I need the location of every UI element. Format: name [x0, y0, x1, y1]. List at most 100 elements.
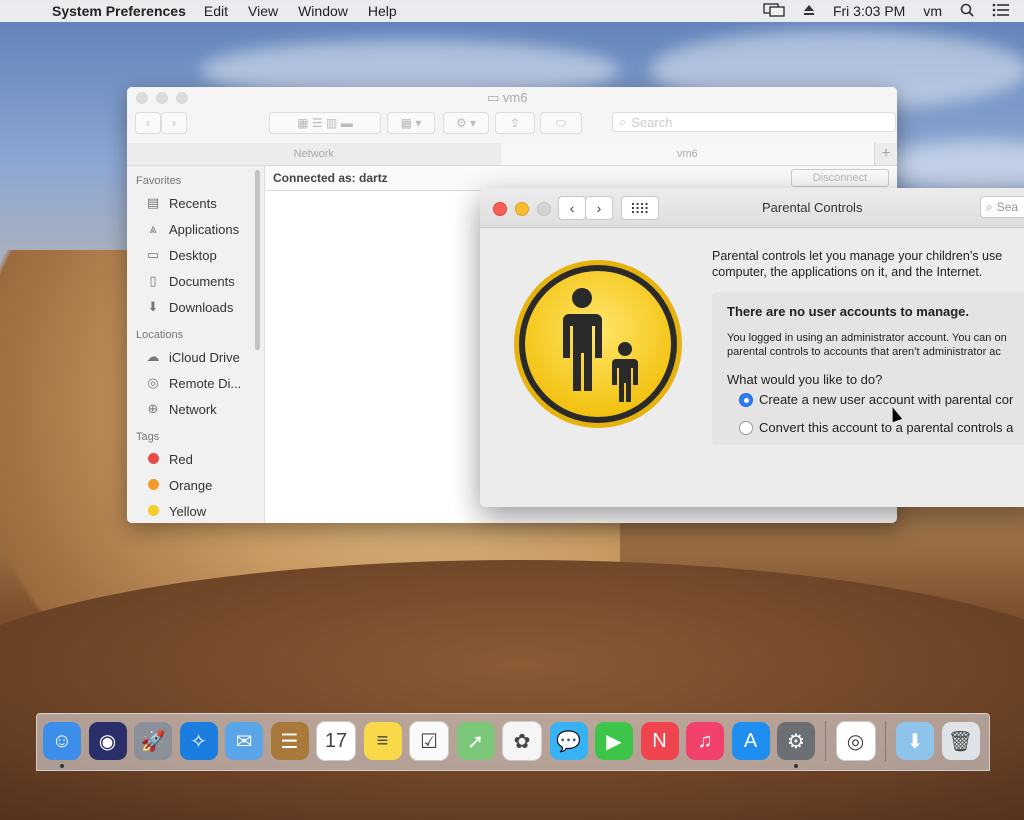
dock-notes-icon[interactable]: ≡ [363, 722, 402, 760]
sidebar-favorites-header: Favorites [136, 175, 182, 187]
dock-mail-icon[interactable]: ✉ [225, 722, 263, 760]
chevron-left-icon: ‹ [569, 200, 575, 216]
dock-downloads-icon[interactable]: ⬇ [896, 722, 934, 760]
dock-app-store-icon[interactable]: A [731, 722, 770, 760]
applications-icon: ⩓ [149, 221, 157, 236]
minimize-button[interactable] [156, 92, 168, 104]
back-button[interactable]: ‹ [558, 196, 586, 220]
menubar-user[interactable]: vm [923, 3, 942, 19]
sidebar-tags-header: Tags [136, 431, 160, 443]
share-button[interactable]: ⇪ [495, 112, 535, 134]
group-icon: ▦ ▾ [400, 116, 422, 130]
view-icons-icon: ▦ ☰ ▥ ▬ [297, 116, 353, 130]
dock-siri-icon[interactable]: ◉ [88, 722, 127, 760]
parental-controls-icon [512, 258, 684, 433]
sidebar-item-downloads[interactable]: ⬇ Downloads [127, 294, 264, 320]
group-button[interactable]: ▦ ▾ [387, 112, 435, 134]
sidebar-item-desktop[interactable]: ▭ Desktop [127, 242, 264, 268]
finder-toolbar: ‹ › ▦ ☰ ▥ ▬ ▦ ▾ ⚙ ▾ ⇪ ⬭ ⌕ Search [135, 112, 896, 134]
close-button[interactable] [493, 202, 507, 216]
radio-unselected-icon[interactable] [739, 420, 753, 435]
dock-reminders-icon[interactable]: ☑ [409, 721, 449, 761]
action-button[interactable]: ⚙ ▾ [443, 112, 489, 134]
dock-maps-icon[interactable]: ➚ [456, 722, 495, 760]
dock-launchpad-icon[interactable]: 🚀 [134, 722, 172, 760]
sidebar-tag-yellow[interactable]: Yellow [127, 498, 264, 523]
radio-create-new-account[interactable]: Create a new user account with parental … [739, 392, 1013, 407]
dock-calendar-icon[interactable]: 17 [316, 721, 356, 761]
sidebar-item-applications[interactable]: ⩓ Applications [127, 216, 264, 242]
dock-finder-icon[interactable]: ☺ [43, 722, 81, 768]
menu-view[interactable]: View [248, 3, 278, 19]
dock-facetime-icon[interactable]: ▶ [595, 722, 633, 760]
zoom-button[interactable] [537, 202, 551, 216]
dock-icons: ☺ ◉ 🚀 ✧ ✉ ☰ 17 ≡ ☑ ➚ ✿ 💬 ▶ N ♫ A ⚙ ◎ ⬇ 🗑 [43, 721, 987, 768]
cloud-icon: ☁ [146, 349, 160, 364]
globe-icon: ⊕ [147, 401, 159, 416]
sidebar-item-remote-disc[interactable]: ◎ Remote Di... [127, 370, 264, 396]
menubar-clock[interactable]: Fri 3:03 PM [833, 3, 905, 19]
dock-system-preferences-icon[interactable]: ⚙ [777, 722, 815, 768]
dock-contacts-icon[interactable]: ☰ [270, 722, 309, 760]
parental-controls-titlebar: ‹ › Parental Controls ⌕ Sea [480, 188, 1024, 228]
finder-search-field[interactable]: ⌕ Search [612, 112, 896, 132]
dock-trash-icon[interactable]: 🗑 [941, 722, 980, 760]
grid-icon [632, 200, 648, 216]
dock-photos-icon[interactable]: ✿ [502, 721, 542, 761]
dock: ☺ ◉ 🚀 ✧ ✉ ☰ 17 ≡ ☑ ➚ ✿ 💬 ▶ N ♫ A ⚙ ◎ ⬇ 🗑 [36, 713, 990, 771]
menu-window[interactable]: Window [298, 3, 348, 19]
view-mode-control[interactable]: ▦ ☰ ▥ ▬ [269, 112, 381, 134]
display-mirroring-icon[interactable] [763, 2, 785, 21]
app-menu[interactable]: System Preferences [52, 3, 186, 19]
radio-convert-account[interactable]: Convert this account to a parental contr… [739, 420, 1013, 435]
tab-vm6[interactable]: vm6 [500, 143, 874, 165]
sidebar-locations-header: Locations [136, 329, 184, 341]
zoom-button[interactable] [176, 92, 188, 104]
sidebar-tag-red[interactable]: Red [127, 446, 264, 472]
dock-messages-icon[interactable]: 💬 [549, 722, 588, 760]
disconnect-button[interactable]: Disconnect [791, 169, 889, 187]
menu-edit[interactable]: Edit [204, 3, 228, 19]
preferences-search-field[interactable]: ⌕ Sea [980, 196, 1024, 218]
menu-bar: System Preferences Edit View Window Help… [0, 0, 1024, 22]
yellow-tag-dot-icon [147, 504, 159, 516]
search-icon: ⌕ [986, 199, 993, 214]
notification-center-icon[interactable] [992, 3, 1010, 20]
menu-help[interactable]: Help [368, 3, 397, 19]
radio-selected-icon[interactable] [739, 392, 753, 407]
forward-button[interactable]: › [161, 112, 187, 134]
sidebar-item-network[interactable]: ⊕ Network [127, 396, 264, 422]
tags-button[interactable]: ⬭ [540, 112, 582, 134]
close-button[interactable] [136, 92, 148, 104]
server-icon: ▭ [487, 90, 503, 105]
desktop-icon: ▭ [146, 247, 160, 262]
new-tab-button[interactable]: + [874, 143, 897, 165]
sidebar-item-documents[interactable]: ▯ Documents [127, 268, 264, 294]
eject-icon[interactable] [803, 3, 815, 19]
window-controls [493, 202, 551, 216]
dock-separator [824, 721, 826, 761]
spotlight-search-icon[interactable] [960, 3, 974, 20]
back-button[interactable]: ‹ [135, 112, 161, 134]
show-all-button[interactable] [621, 196, 659, 220]
red-tag-dot-icon [147, 452, 159, 464]
window-title: Parental Controls [762, 200, 863, 215]
sidebar-scrollbar[interactable] [255, 170, 260, 350]
gear-icon: ⚙ ▾ [455, 116, 477, 130]
search-icon: ⌕ [619, 114, 627, 129]
sidebar-item-icloud-drive[interactable]: ☁ iCloud Drive [127, 344, 264, 370]
disc-icon: ◎ [147, 375, 159, 390]
dock-safari-icon[interactable]: ✧ [179, 722, 218, 760]
parental-controls-description: Parental controls let you manage your ch… [712, 249, 1003, 279]
minimize-button[interactable] [515, 202, 529, 216]
sidebar-tag-orange[interactable]: Orange [127, 472, 264, 498]
downloads-icon: ⬇ [147, 299, 159, 314]
dock-news-icon[interactable]: N [640, 722, 679, 760]
tab-network[interactable]: Network [127, 143, 501, 165]
dock-music-icon[interactable]: ♫ [686, 722, 724, 760]
recents-icon: ▤ [146, 195, 160, 210]
dock-chrome-icon[interactable]: ◎ [835, 721, 876, 761]
forward-button[interactable]: › [585, 196, 613, 220]
tag-icon: ⬭ [555, 115, 567, 130]
sidebar-item-recents[interactable]: ▤ Recents [127, 190, 264, 216]
